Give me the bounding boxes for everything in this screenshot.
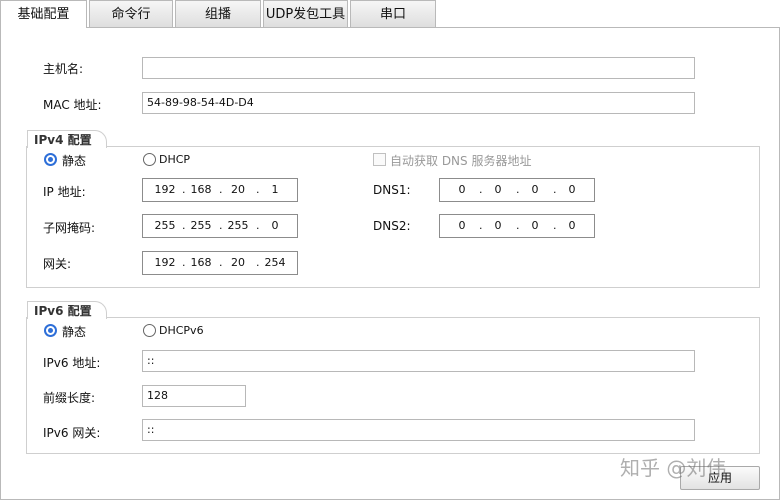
auto-dns-label: 自动获取 DNS 服务器地址 [390,154,532,168]
octet-separator: . [182,219,186,232]
dns2-octet-4: 0 [568,219,576,232]
auto-dns-checkbox[interactable] [373,153,386,166]
subnet-mask-input[interactable]: 255 . 255 . 255 . 0 [142,214,298,238]
tab-command-line[interactable]: 命令行 [89,0,173,27]
octet-separator: . [479,183,483,196]
ipv4-dhcp-label: DHCP [159,153,191,166]
dns1-label: DNS1: [373,183,411,197]
dns2-label: DNS2: [373,219,411,233]
tab-divider [0,27,780,28]
subnet-mask-label: 子网掩码: [43,221,96,235]
dns2-octet-1: 0 [458,219,466,232]
dns1-octet-2: 0 [494,183,502,196]
octet-separator: . [182,183,186,196]
octet-separator: . [256,183,260,196]
subnet-mask-octet-4: 0 [271,219,279,232]
dns1-octet-1: 0 [458,183,466,196]
ipv4-address-label: IP 地址: [43,185,86,199]
ipv6-gateway-label: IPv6 网关: [43,426,101,440]
zhihu-watermark: 知乎 @刘伟 [620,456,727,480]
ipv6-address-input[interactable]: :: [142,350,695,372]
ipv6-static-radio[interactable] [44,324,57,337]
tab-multicast[interactable]: 组播 [175,0,261,27]
octet-separator: . [256,256,260,269]
ipv4-config-legend: IPv4 配置 [27,130,107,148]
dns2-input[interactable]: 0 . 0 . 0 . 0 [439,214,595,238]
mac-address-label: MAC 地址: [43,98,102,112]
gateway-label: 网关: [43,257,72,271]
ipv4-static-radio[interactable] [44,153,57,166]
ipv6-dhcpv6-radio[interactable] [143,324,156,337]
ipv6-config-legend: IPv6 配置 [27,301,107,319]
subnet-mask-octet-1: 255 [154,219,176,232]
ipv6-address-label: IPv6 地址: [43,356,101,370]
dns2-octet-3: 0 [531,219,539,232]
tab-udp-tool[interactable]: UDP发包工具 [263,0,348,27]
ipv6-dhcpv6-label: DHCPv6 [159,324,204,337]
octet-separator: . [219,219,223,232]
octet-separator: . [553,219,557,232]
ipv4-static-label: 静态 [62,154,87,168]
hostname-label: 主机名: [43,62,84,76]
octet-separator: . [182,256,186,269]
gateway-octet-3: 20 [231,256,245,269]
ipv4-address-octet-1: 192 [154,183,176,196]
mac-address-field: 54-89-98-54-4D-D4 [142,92,695,114]
gateway-input[interactable]: 192 . 168 . 20 . 254 [142,251,298,275]
subnet-mask-octet-2: 255 [190,219,212,232]
octet-separator: . [516,219,520,232]
gateway-octet-1: 192 [154,256,176,269]
gateway-octet-2: 168 [190,256,212,269]
octet-separator: . [256,219,260,232]
octet-separator: . [219,256,223,269]
dns1-octet-4: 0 [568,183,576,196]
dns1-octet-3: 0 [531,183,539,196]
octet-separator: . [479,219,483,232]
octet-separator: . [516,183,520,196]
prefix-length-input[interactable]: 128 [142,385,246,407]
dns2-octet-2: 0 [494,219,502,232]
ipv6-gateway-input[interactable]: :: [142,419,695,441]
tab-serial-port[interactable]: 串口 [350,0,436,27]
ipv4-address-octet-4: 1 [271,183,279,196]
subnet-mask-octet-3: 255 [227,219,249,232]
ipv4-address-input[interactable]: 192 . 168 . 20 . 1 [142,178,298,202]
tab-basic-config[interactable]: 基础配置 [0,0,87,28]
dns1-input[interactable]: 0 . 0 . 0 . 0 [439,178,595,202]
ipv4-address-octet-3: 20 [231,183,245,196]
gateway-octet-4: 254 [264,256,286,269]
tab-bar: 基础配置 命令行 组播 UDP发包工具 串口 [0,0,780,28]
ipv4-dhcp-radio[interactable] [143,153,156,166]
octet-separator: . [553,183,557,196]
ipv6-static-label: 静态 [62,325,87,339]
octet-separator: . [219,183,223,196]
prefix-length-label: 前缀长度: [43,391,96,405]
hostname-input[interactable] [142,57,695,79]
ipv4-address-octet-2: 168 [190,183,212,196]
